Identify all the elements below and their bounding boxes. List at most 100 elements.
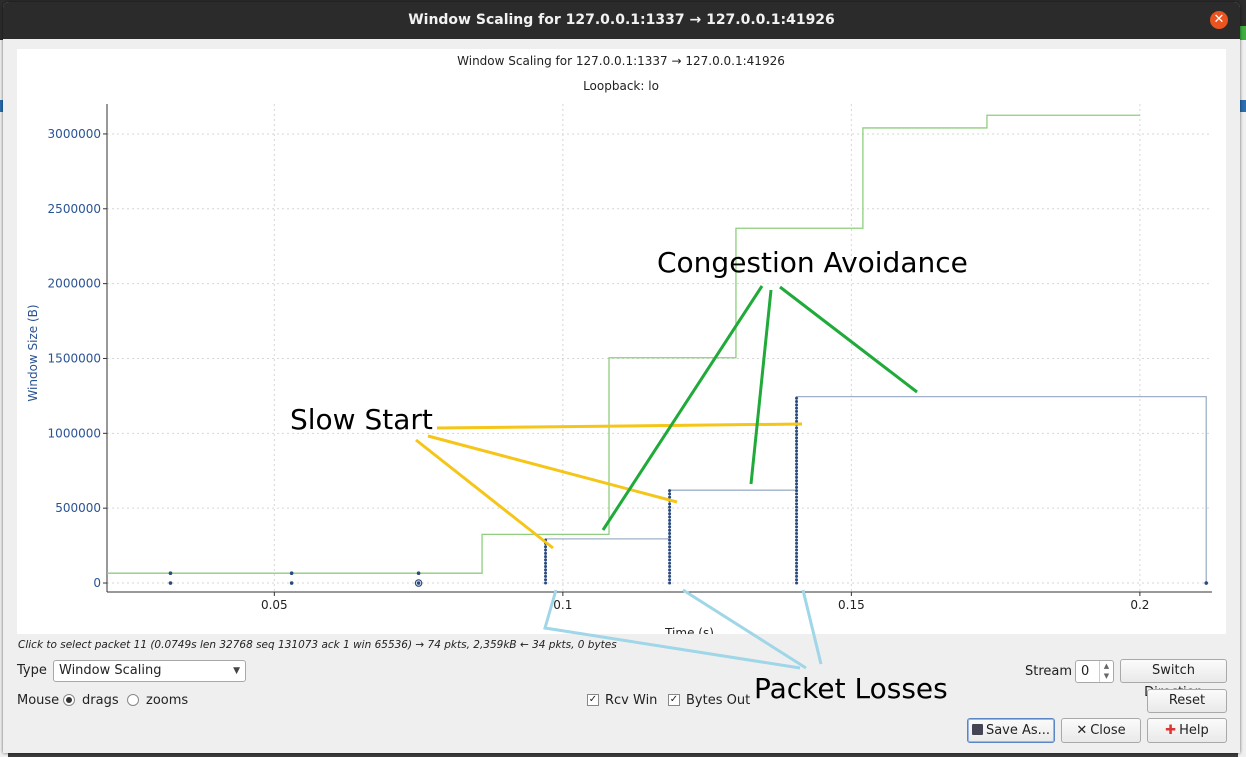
packet-point [795, 469, 799, 473]
packet-point [795, 518, 799, 522]
switch-direction-button[interactable]: Switch Direction [1120, 659, 1227, 700]
reset-button[interactable]: Reset [1147, 689, 1227, 713]
packet-point [795, 439, 799, 443]
packet-point [795, 535, 799, 539]
rcv-win-checkbox[interactable]: ✓ [587, 694, 599, 706]
packet-point [795, 409, 799, 413]
data-point [168, 571, 173, 576]
packet-point [795, 545, 799, 549]
type-label: Type [17, 663, 47, 678]
x-tick-label: 0.15 [838, 598, 865, 612]
save-icon [971, 724, 983, 735]
series-line-1 [544, 396, 1207, 584]
chart-title: Window Scaling for 127.0.0.1:1337 → 127.… [457, 54, 785, 68]
zooms-label: zooms [146, 693, 189, 708]
packet-point [668, 495, 672, 499]
packet-point [795, 400, 799, 404]
packet-point [668, 505, 672, 509]
x-tick-label: 0.1 [553, 598, 572, 612]
packet-point [795, 459, 799, 463]
packet-point [795, 515, 799, 519]
packet-point [795, 551, 799, 555]
mouse-label: Mouse [17, 693, 60, 708]
packet-point [795, 495, 799, 499]
bytes-out-label: Bytes Out [686, 693, 751, 708]
x-axis-label: Time (s) [664, 626, 714, 634]
packet-point [668, 512, 672, 516]
packet-point [668, 551, 672, 555]
slow-start-annotation: Slow Start [290, 403, 433, 436]
packet-point [668, 532, 672, 536]
packet-point [544, 541, 548, 545]
type-select-value: Window Scaling [59, 663, 162, 678]
packet-point [795, 406, 799, 410]
help-button[interactable]: ✚ Help [1147, 718, 1227, 743]
packet-point [668, 525, 672, 529]
packet-point [795, 578, 799, 582]
packet-point [668, 558, 672, 562]
packet-point [795, 433, 799, 437]
window-title: Window Scaling for 127.0.0.1:1337 → 127.… [408, 12, 835, 28]
packet-point [668, 535, 672, 539]
close-icon[interactable]: ✕ [1210, 11, 1228, 29]
close-button[interactable]: ✕ Close [1061, 718, 1141, 743]
packet-point [795, 492, 799, 496]
series-line-0 [107, 114, 1140, 574]
packet-point [795, 403, 799, 407]
packet-point [668, 571, 672, 575]
packet-point [668, 581, 672, 585]
packet-point [795, 499, 799, 503]
packet-point [795, 442, 799, 446]
stream-label: Stream [1025, 664, 1073, 679]
packet-point [795, 472, 799, 476]
packet-point [544, 565, 548, 569]
packet-point [795, 581, 799, 585]
packet-point [795, 426, 799, 430]
y-tick-label: 3000000 [48, 127, 101, 141]
mouse-zooms-radio[interactable] [127, 694, 139, 706]
packet-point [795, 446, 799, 450]
data-point [416, 581, 421, 585]
data-point [416, 571, 421, 576]
packet-point [795, 429, 799, 433]
bytes-out-checkbox[interactable]: ✓ [668, 694, 680, 706]
packet-point [795, 436, 799, 440]
packet-point [668, 538, 672, 542]
packet-point [795, 396, 799, 400]
packet-point [795, 423, 799, 427]
packet-point [795, 568, 799, 572]
congestion-avoidance-annotation: Congestion Avoidance [657, 246, 968, 279]
packet-point [795, 561, 799, 565]
packet-point [668, 508, 672, 512]
y-tick-label: 1500000 [48, 351, 101, 365]
y-tick-label: 2000000 [48, 277, 101, 291]
packet-point [668, 574, 672, 578]
window-scaling-chart[interactable]: Window Scaling for 127.0.0.1:1337 → 127.… [17, 49, 1226, 634]
close-label: Close [1090, 723, 1126, 738]
packet-point [795, 489, 799, 493]
packet-point [544, 555, 548, 559]
packet-point [544, 581, 548, 585]
packet-hint: Click to select packet 11 (0.0749s len 3… [18, 639, 617, 651]
packet-point [668, 565, 672, 569]
packet-point [544, 571, 548, 575]
chevron-down-icon: ▼ [233, 666, 240, 676]
save-as-button[interactable]: Save As... [967, 718, 1055, 743]
stream-spinbox[interactable]: 0 ▲ ▼ [1075, 660, 1114, 683]
mouse-drags-radio[interactable] [63, 694, 75, 706]
packet-point [795, 512, 799, 516]
plot-area[interactable]: Window Scaling for 127.0.0.1:1337 → 127.… [17, 49, 1226, 634]
help-label: Help [1179, 723, 1209, 738]
packet-point [795, 475, 799, 479]
packet-point [795, 555, 799, 559]
chart-subtitle: Loopback: lo [583, 79, 659, 93]
packet-point [795, 538, 799, 542]
packet-point [544, 568, 548, 572]
x-tick-label: 0.2 [1130, 598, 1149, 612]
y-tick-label: 500000 [55, 501, 101, 515]
type-select[interactable]: Window Scaling ▼ [53, 660, 246, 682]
save-as-label: Save As... [985, 723, 1051, 738]
spin-arrows-icon[interactable]: ▲ ▼ [1099, 661, 1113, 682]
packet-point [544, 558, 548, 562]
packet-point [795, 532, 799, 536]
